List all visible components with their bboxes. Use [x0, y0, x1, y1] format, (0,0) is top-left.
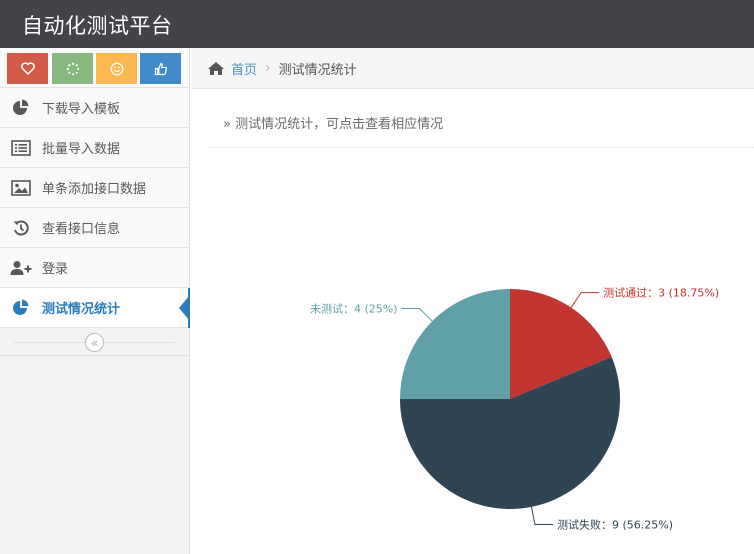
- spinner-shortcut-button[interactable]: [52, 53, 93, 84]
- breadcrumb-current: 测试情况统计: [278, 62, 357, 78]
- sidebar-item-label: 登录: [42, 262, 69, 277]
- pie-chart-icon: [0, 99, 42, 117]
- double-angle-left-icon: «: [90, 335, 99, 350]
- thumbs-up-icon: [154, 62, 167, 75]
- pie-slice[interactable]: [400, 289, 510, 399]
- home-icon: [207, 61, 225, 76]
- sidebar-item-label: 测试情况统计: [42, 302, 121, 317]
- picture-icon: [0, 179, 42, 196]
- sidebar-item-batch-import[interactable]: 批量导入数据: [0, 128, 189, 168]
- pie-chart-icon: [0, 299, 42, 317]
- pie-label-leader-line: [401, 307, 433, 322]
- sidebar-item-add-single-api[interactable]: 单条添加接口数据: [0, 168, 189, 208]
- thumbs-up-shortcut-button[interactable]: [140, 53, 181, 84]
- heart-shortcut-button[interactable]: [7, 53, 48, 84]
- sidebar-item-label: 单条添加接口数据: [42, 182, 147, 197]
- breadcrumb-separator-icon: ›: [265, 60, 271, 76]
- sidebar-item-label: 下载导入模板: [42, 102, 121, 117]
- sidebar-item-test-statistics[interactable]: 测试情况统计: [0, 288, 190, 328]
- page-header-text: » 测试情况统计，可点击查看相应情况: [223, 117, 444, 132]
- pie-chart: 测试通过：3 (18.75%) 测试失败：9 (56.25%) 未测试：4 (25%…: [310, 287, 719, 532]
- sidebar-collapse-button[interactable]: «: [85, 333, 104, 352]
- user-add-icon: [0, 260, 42, 276]
- pie-slice-label: 测试失败：9 (56.25%): [557, 518, 673, 532]
- smile-shortcut-button[interactable]: [96, 53, 137, 84]
- top-navbar: 自动化测试平台: [0, 0, 754, 48]
- breadcrumb: 首页 › 测试情况统计: [191, 48, 754, 89]
- history-icon: [0, 219, 42, 237]
- pie-slice-label: 未测试：4 (25%): [310, 302, 398, 315]
- sidebar-item-label: 查看接口信息: [42, 222, 121, 237]
- sidebar-item-label: 批量导入数据: [42, 142, 121, 157]
- sidebar-item-download-template[interactable]: 下载导入模板: [0, 88, 189, 128]
- app-title[interactable]: 自动化测试平台: [22, 10, 173, 40]
- heart-icon: [20, 62, 35, 75]
- pie-slice-label: 测试通过：3 (18.75%): [603, 287, 719, 300]
- active-indicator-arrow: [179, 296, 189, 320]
- sidebar-item-login[interactable]: 登录: [0, 248, 189, 288]
- sidebar-collapse-bar: «: [0, 328, 189, 356]
- list-icon: [0, 139, 42, 156]
- sidebar-item-view-api-info[interactable]: 查看接口信息: [0, 208, 189, 248]
- spinner-icon: [66, 62, 79, 75]
- pie-label-leader-line: [530, 506, 553, 526]
- smile-icon: [110, 62, 123, 75]
- breadcrumb-home-link[interactable]: 首页: [231, 59, 257, 78]
- sidebar-shortcuts: [0, 48, 189, 88]
- pie-chart-container: 测试通过：3 (18.75%) 测试失败：9 (56.25%) 未测试：4 (25%…: [191, 150, 754, 554]
- sidebar: 下载导入模板 批量导入数据 单条添加接口数据 查看接口信息 登录 测试情况统计: [0, 48, 190, 554]
- page-header: » 测试情况统计，可点击查看相应情况: [210, 112, 754, 148]
- pie-label-leader-line: [570, 292, 600, 308]
